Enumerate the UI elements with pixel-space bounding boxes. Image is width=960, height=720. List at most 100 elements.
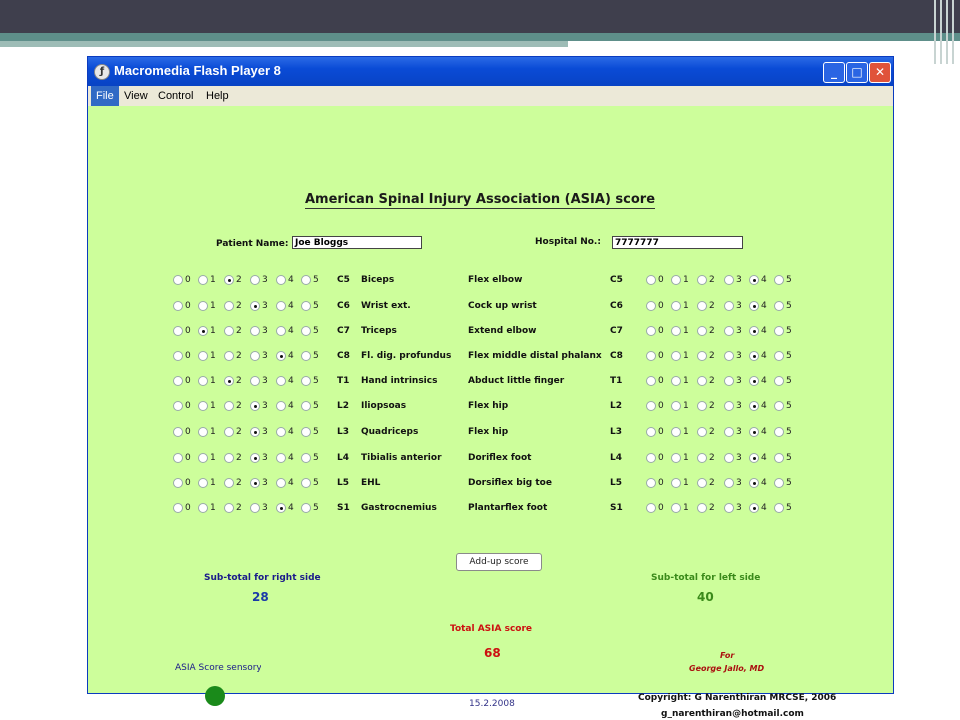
radio-circle xyxy=(301,453,311,463)
radio-label: 2 xyxy=(709,301,715,311)
radio-label: 4 xyxy=(288,351,294,361)
window-titlebar[interactable]: ƒ Macromedia Flash Player 8 _ □ ✕ xyxy=(88,57,893,86)
status-indicator-dot[interactable] xyxy=(205,686,225,706)
level-left: C5 xyxy=(610,275,623,285)
menu-control[interactable]: Control xyxy=(153,86,198,106)
radio-label: 2 xyxy=(709,427,715,437)
muscle-name: Tibialis anterior xyxy=(361,453,442,463)
radio-circle xyxy=(697,503,707,513)
radio-label: 1 xyxy=(210,478,216,488)
slide-top-bar xyxy=(0,0,960,33)
radio-circle xyxy=(224,376,234,386)
menu-help[interactable]: Help xyxy=(201,86,234,106)
minimize-button[interactable]: _ xyxy=(823,62,845,83)
radio-label: 1 xyxy=(683,301,689,311)
hospital-number-field[interactable]: 7777777 xyxy=(612,236,743,249)
radio-label: 3 xyxy=(736,478,742,488)
radio-circle xyxy=(697,376,707,386)
radio-circle xyxy=(749,275,759,285)
radio-circle xyxy=(646,351,656,361)
radio-circle xyxy=(774,275,784,285)
radio-label: 0 xyxy=(658,453,664,463)
level-left: L2 xyxy=(610,401,622,411)
score-row-l5: 0 1 2 3 4 5 L5 EHL Dorsiflex big toe L5 0 1 2 3 4 5 xyxy=(88,478,893,492)
radio-label: 4 xyxy=(761,351,767,361)
level-left: C8 xyxy=(610,351,623,361)
radio-circle xyxy=(198,427,208,437)
radio-label: 3 xyxy=(736,326,742,336)
radio-label: 3 xyxy=(736,427,742,437)
radio-circle xyxy=(250,301,260,311)
add-up-score-button[interactable]: Add-up score xyxy=(456,553,542,571)
radio-label: 0 xyxy=(658,427,664,437)
radio-circle xyxy=(646,301,656,311)
radio-label: 5 xyxy=(786,326,792,336)
score-row-c5: 0 1 2 3 4 5 C5 Biceps Flex elbow C5 0 1 2 3 4 5 xyxy=(88,275,893,289)
radio-circle xyxy=(276,326,286,336)
radio-label: 2 xyxy=(709,351,715,361)
radio-label: 4 xyxy=(288,453,294,463)
level-right: L4 xyxy=(337,453,349,463)
radio-circle xyxy=(646,503,656,513)
radio-circle xyxy=(301,503,311,513)
radio-label: 5 xyxy=(786,351,792,361)
radio-label: 3 xyxy=(262,351,268,361)
radio-circle xyxy=(697,478,707,488)
radio-label: 3 xyxy=(262,326,268,336)
radio-circle xyxy=(671,326,681,336)
radio-circle xyxy=(671,376,681,386)
radio-label: 2 xyxy=(236,503,242,513)
level-right: C5 xyxy=(337,275,350,285)
radio-circle xyxy=(198,503,208,513)
level-left: T1 xyxy=(610,376,623,386)
radio-label: 4 xyxy=(761,326,767,336)
muscle-name: Biceps xyxy=(361,275,395,285)
radio-circle xyxy=(774,453,784,463)
radio-label: 1 xyxy=(210,401,216,411)
radio-circle xyxy=(250,453,260,463)
radio-circle xyxy=(173,478,183,488)
radio-label: 2 xyxy=(236,301,242,311)
radio-circle xyxy=(301,427,311,437)
radio-label: 5 xyxy=(313,376,319,386)
radio-circle xyxy=(646,401,656,411)
score-row-l3: 0 1 2 3 4 5 L3 Quadriceps Flex hip L3 0 1 2 3 4 5 xyxy=(88,427,893,441)
level-left: S1 xyxy=(610,503,623,513)
radio-circle xyxy=(276,503,286,513)
maximize-button[interactable]: □ xyxy=(846,62,868,83)
radio-circle xyxy=(749,351,759,361)
radio-circle xyxy=(724,453,734,463)
radio-circle xyxy=(774,351,784,361)
radio-label: 4 xyxy=(761,503,767,513)
radio-label: 4 xyxy=(761,301,767,311)
radio-circle xyxy=(250,275,260,285)
radio-label: 2 xyxy=(709,503,715,513)
radio-circle xyxy=(646,427,656,437)
radio-circle xyxy=(276,301,286,311)
action-name: Flex middle distal phalanx xyxy=(468,351,602,361)
radio-label: 0 xyxy=(185,301,191,311)
radio-label: 5 xyxy=(313,478,319,488)
total-score-label: Total ASIA score xyxy=(450,624,533,634)
radio-label: 0 xyxy=(185,351,191,361)
menu-view[interactable]: View xyxy=(119,86,153,106)
radio-label: 2 xyxy=(709,275,715,285)
radio-label: 3 xyxy=(736,351,742,361)
radio-label: 5 xyxy=(786,427,792,437)
radio-label: 5 xyxy=(313,453,319,463)
radio-label: 0 xyxy=(658,326,664,336)
score-row-t1: 0 1 2 3 4 5 T1 Hand intrinsics Abduct little fin… xyxy=(88,376,893,390)
radio-circle xyxy=(749,376,759,386)
radio-label: 3 xyxy=(262,453,268,463)
radio-circle xyxy=(198,326,208,336)
action-name: Flex elbow xyxy=(468,275,523,285)
radio-label: 5 xyxy=(786,453,792,463)
radio-label: 5 xyxy=(313,503,319,513)
close-button[interactable]: ✕ xyxy=(869,62,891,83)
action-name: Cock up wrist xyxy=(468,301,537,311)
patient-name-field[interactable]: Joe Bloggs xyxy=(292,236,422,249)
radio-label: 0 xyxy=(658,503,664,513)
radio-label: 2 xyxy=(236,275,242,285)
radio-label: 5 xyxy=(313,401,319,411)
menu-file[interactable]: File xyxy=(91,86,119,106)
